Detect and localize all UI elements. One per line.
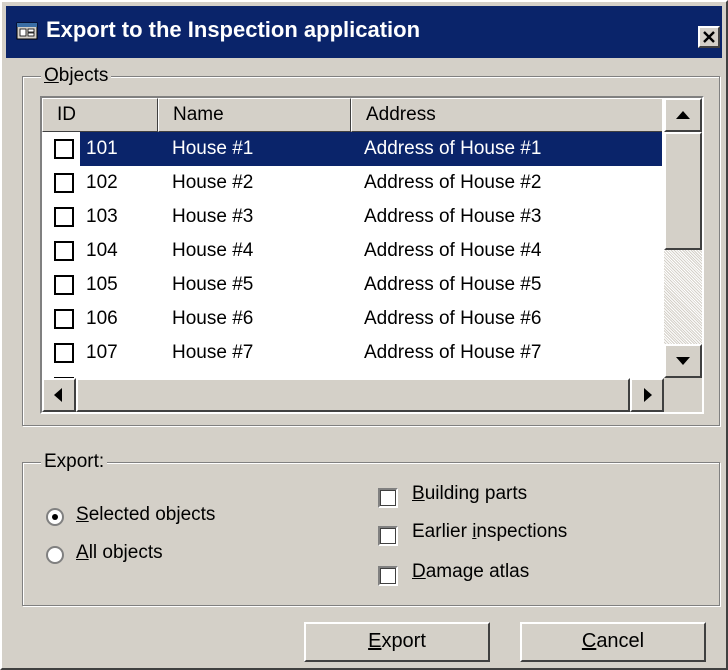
row-id-text: 102	[86, 172, 118, 193]
column-header-address[interactable]: Address	[351, 98, 662, 132]
checkbox-damage-atlas-label[interactable]: Damage atlas	[412, 561, 529, 583]
objects-group-legend: Objects	[41, 65, 112, 87]
checkbox-earlier-inspections-label[interactable]: Earlier inspections	[412, 521, 567, 543]
objects-list[interactable]: ID Name Address 101 House #1 Address of …	[40, 96, 704, 414]
window-title: Export to the Inspection application	[46, 17, 421, 42]
row-checkbox[interactable]	[54, 275, 74, 295]
export-group-legend: Export:	[41, 451, 108, 473]
row-checkbox[interactable]	[54, 309, 74, 329]
row-name: House #2	[172, 172, 254, 193]
row-address: Address of House #7	[364, 342, 542, 363]
row-checkbox[interactable]	[54, 241, 74, 261]
scroll-left-button[interactable]	[42, 378, 76, 412]
title-bar[interactable]: Export to the Inspection application	[6, 6, 722, 58]
row-name: House #7	[172, 342, 254, 363]
row-id-text: 103	[86, 206, 118, 227]
row-checkbox[interactable]	[54, 207, 74, 227]
row-address: Address of House #2	[364, 172, 542, 193]
horizontal-scrollbar[interactable]	[42, 378, 664, 412]
scroll-right-button[interactable]	[630, 378, 664, 412]
row-name: House #3	[172, 206, 254, 227]
row-address: Address of House #5	[364, 274, 542, 295]
export-button[interactable]: Export	[304, 622, 490, 662]
arrow-right-icon	[644, 388, 652, 402]
row-address: Address of House #1	[364, 138, 542, 159]
row-id-text: 108	[86, 370, 118, 378]
row-checkbox[interactable]	[54, 139, 74, 159]
row-id-text: 105	[86, 274, 118, 295]
row-address: Address of House #6	[364, 308, 542, 329]
scroll-down-button[interactable]	[664, 344, 702, 378]
scrollbar-corner	[664, 378, 702, 412]
row-id-text: 104	[86, 240, 118, 261]
row-name: House #4	[172, 240, 254, 261]
row-name: House #1	[172, 138, 254, 159]
cancel-button[interactable]: Cancel	[520, 622, 706, 662]
checkbox-building-parts[interactable]	[378, 488, 398, 508]
arrow-left-icon	[54, 388, 62, 402]
export-group: Export:	[22, 451, 720, 606]
list-item[interactable]: 104 House #4 Address of House #4	[42, 234, 662, 268]
list-item[interactable]: 105 House #5 Address of House #5	[42, 268, 662, 302]
radio-all-objects-label[interactable]: All objects	[76, 542, 163, 564]
arrow-up-icon	[676, 111, 690, 119]
radio-all-objects[interactable]	[46, 546, 64, 564]
row-id-text: 106	[86, 308, 118, 329]
row-address: Address of House #8	[364, 370, 541, 378]
close-icon	[703, 31, 715, 43]
column-header-name[interactable]: Name	[158, 98, 351, 132]
close-button[interactable]	[698, 26, 720, 48]
radio-selected-objects[interactable]	[46, 508, 64, 526]
checkbox-building-parts-label[interactable]: Building parts	[412, 483, 527, 505]
scroll-up-button[interactable]	[664, 98, 702, 132]
row-name: House #6	[172, 308, 254, 329]
scroll-thumb[interactable]	[664, 132, 702, 250]
row-name: House #8	[172, 370, 253, 378]
row-id-text: 107	[86, 342, 118, 363]
row-name: House #5	[172, 274, 254, 295]
list-item[interactable]: 108 House #8 Address of House #8	[42, 370, 662, 378]
checkbox-earlier-inspections[interactable]	[378, 526, 398, 546]
list-item[interactable]: 103 House #3 Address of House #3	[42, 200, 662, 234]
column-header-id[interactable]: ID	[42, 98, 158, 132]
checkbox-damage-atlas[interactable]	[378, 566, 398, 586]
row-id-text: 101	[86, 138, 118, 159]
row-checkbox[interactable]	[54, 343, 74, 363]
app-window-icon	[16, 20, 40, 42]
list-item[interactable]: 106 House #6 Address of House #6	[42, 302, 662, 336]
horizontal-scroll-thumb[interactable]	[76, 378, 630, 412]
row-checkbox[interactable]	[54, 173, 74, 193]
objects-list-body: ID Name Address 101 House #1 Address of …	[42, 98, 662, 378]
row-address: Address of House #3	[364, 206, 542, 227]
row-address: Address of House #4	[364, 240, 542, 261]
list-item[interactable]: 101 House #1 Address of House #1	[42, 132, 662, 166]
vertical-scrollbar[interactable]	[664, 98, 702, 378]
arrow-down-icon	[676, 357, 690, 365]
list-item[interactable]: 102 House #2 Address of House #2	[42, 166, 662, 200]
export-dialog: Export to the Inspection application Obj…	[0, 0, 728, 670]
radio-dot	[52, 514, 58, 520]
radio-selected-objects-label[interactable]: Selected objects	[76, 504, 215, 526]
list-item[interactable]: 107 House #7 Address of House #7	[42, 336, 662, 370]
